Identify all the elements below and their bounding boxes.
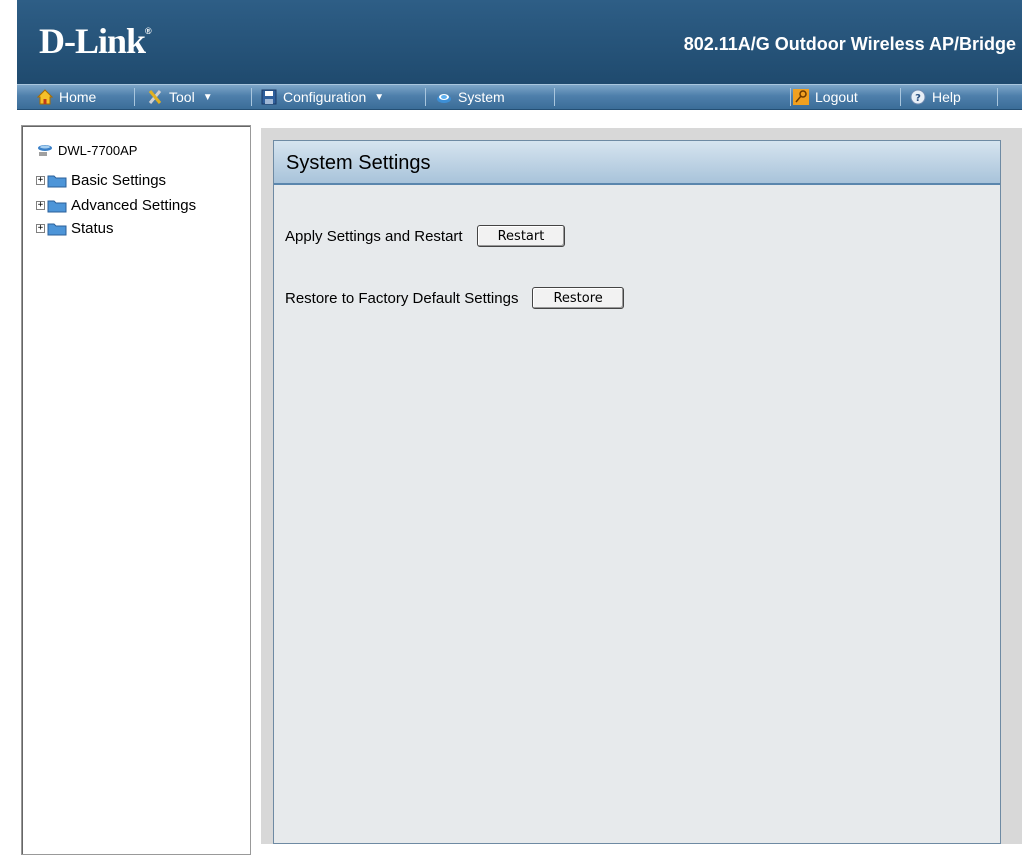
folder-icon [47, 174, 67, 188]
navigation-tree: DWL-7700AP + Basic Settings + Advanced S… [21, 125, 251, 855]
restore-label: Restore to Factory Default Settings [285, 289, 519, 307]
restore-row: Restore to Factory Default Settings Rest… [285, 287, 624, 309]
tree-item-label: Status [71, 220, 114, 237]
section-header: System Settings [274, 141, 1000, 185]
menu-divider [425, 88, 426, 106]
restore-button[interactable]: Restore [532, 287, 624, 309]
menu-divider [554, 88, 555, 106]
menu-configuration[interactable]: Configuration ▼ [261, 85, 384, 109]
page-title: System Settings [286, 152, 431, 174]
tree-item-status[interactable]: + Status [36, 220, 114, 237]
tree-root-device[interactable]: DWL-7700AP [36, 142, 137, 158]
restart-button[interactable]: Restart [476, 225, 566, 247]
chevron-down-icon: ▼ [374, 91, 385, 103]
expand-icon[interactable]: + [36, 201, 45, 210]
menu-tool-label: Tool [169, 89, 195, 105]
header-banner: D-Link® 802.11A/G Outdoor Wireless AP/Br… [17, 0, 1022, 84]
svg-text:?: ? [915, 93, 921, 104]
menu-logout[interactable]: Logout [793, 85, 858, 109]
system-icon [436, 89, 452, 105]
menubar: Home Tool ▼ Configuration ▼ System Logou… [17, 84, 1022, 110]
folder-icon [47, 199, 67, 213]
menu-home-label: Home [59, 89, 97, 105]
menu-configuration-label: Configuration [283, 89, 367, 105]
menu-help-label: Help [932, 89, 961, 105]
menu-tool[interactable]: Tool ▼ [147, 85, 213, 109]
menu-divider [900, 88, 901, 106]
product-title: 802.11A/G Outdoor Wireless AP/Bridge [683, 34, 1016, 54]
expand-icon[interactable]: + [36, 176, 45, 185]
dlink-logo: D-Link® [39, 21, 152, 61]
menu-divider [251, 88, 252, 106]
tree-item-label: Advanced Settings [71, 197, 197, 214]
chevron-down-icon: ▼ [202, 91, 213, 103]
tree-item-advanced-settings[interactable]: + Advanced Settings [36, 197, 196, 214]
tree-root-label: DWL-7700AP [58, 142, 138, 158]
menu-logout-label: Logout [815, 89, 858, 105]
menu-help[interactable]: ? Help [910, 85, 961, 109]
menu-divider [997, 88, 998, 106]
help-icon: ? [910, 89, 926, 105]
menu-system-label: System [458, 89, 505, 105]
folder-icon [47, 222, 67, 236]
menu-divider [134, 88, 135, 106]
expand-icon[interactable]: + [36, 224, 45, 233]
tree-item-label: Basic Settings [71, 172, 167, 189]
floppy-disk-icon [261, 89, 277, 105]
system-settings-panel: System Settings Apply Settings and Resta… [273, 140, 1001, 844]
menu-system[interactable]: System [436, 85, 505, 109]
menu-home[interactable]: Home [36, 85, 97, 109]
computer-icon [36, 142, 52, 158]
key-icon [793, 89, 809, 105]
tree-item-basic-settings[interactable]: + Basic Settings [36, 172, 166, 189]
restart-label: Apply Settings and Restart [285, 227, 463, 245]
tool-icon [147, 89, 163, 105]
home-icon [36, 89, 54, 105]
restart-row: Apply Settings and Restart Restart [285, 225, 566, 247]
menu-divider [790, 88, 791, 106]
